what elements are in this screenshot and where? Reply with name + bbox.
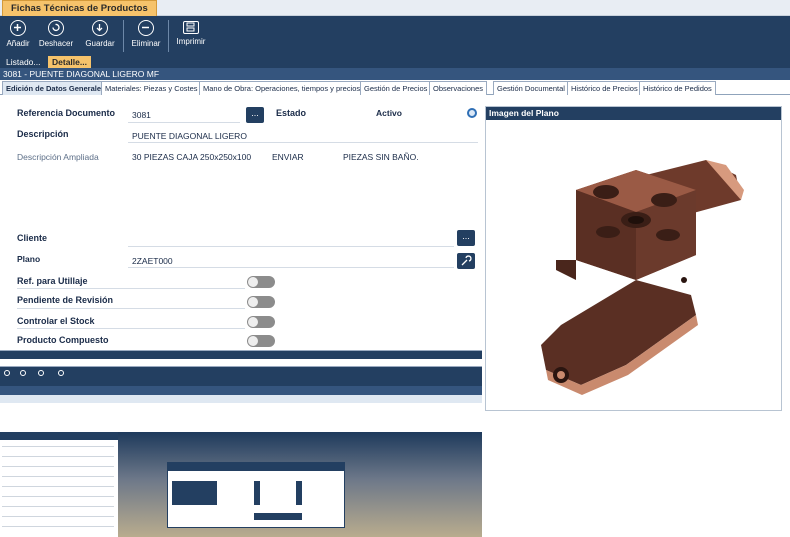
tab-labor[interactable]: Mano de Obra: Operaciones, tiempos y pre… xyxy=(199,81,365,95)
tab-detail[interactable]: Detalle... xyxy=(48,56,91,68)
plus-icon xyxy=(10,20,26,36)
tab-price-history[interactable]: Histórico de Precios xyxy=(567,81,642,95)
stock-control-label: Controlar el Stock xyxy=(17,316,95,326)
stock-control-toggle[interactable] xyxy=(247,316,275,328)
delete-button-label: Eliminar xyxy=(131,39,161,48)
ref-label: Referencia Documento xyxy=(17,108,116,118)
ref-underline xyxy=(128,122,240,123)
plan-label: Plano xyxy=(17,254,41,264)
extended-description-line1[interactable]: 30 PIEZAS CAJA 250x250x100 xyxy=(132,152,251,162)
main-toolbar: Añadir Deshacer Guardar Eliminar Imprimi… xyxy=(0,16,790,56)
plan-open-button[interactable] xyxy=(457,253,475,269)
calculation-preview xyxy=(0,432,482,537)
preview-titlebar xyxy=(0,351,482,359)
pending-review-toggle[interactable] xyxy=(247,296,275,308)
delete-button[interactable]: Eliminar xyxy=(128,18,164,54)
status-value[interactable]: Activo xyxy=(376,108,402,118)
description-field[interactable]: PUENTE DIAGONAL LIGERO xyxy=(132,131,247,141)
tab-observations[interactable]: Observaciones xyxy=(429,81,488,95)
window-titlebar: Fichas Técnicas de Productos xyxy=(0,0,790,16)
preview-toolbar xyxy=(0,367,482,386)
general-data-form: Referencia Documento 3081 ... Estado Act… xyxy=(0,95,482,350)
wrench-icon xyxy=(461,255,472,266)
composite-product-toggle[interactable] xyxy=(247,335,275,347)
status-label: Estado xyxy=(276,108,307,118)
save-button-label: Guardar xyxy=(85,39,115,48)
client-lookup-button[interactable]: ... xyxy=(457,230,475,246)
tab-documents[interactable]: Gestión Documental xyxy=(493,81,569,95)
printer-icon xyxy=(183,21,199,34)
client-underline xyxy=(128,246,454,247)
minus-icon xyxy=(138,20,154,36)
undo-button[interactable]: Deshacer xyxy=(36,18,76,54)
toolbar-divider xyxy=(123,20,124,52)
description-underline xyxy=(128,142,478,143)
part-render-image[interactable] xyxy=(486,120,781,410)
extended-description-line2[interactable]: ENVIAR xyxy=(272,152,304,162)
description-label: Descripción xyxy=(17,129,69,139)
detail-tabs: Edición de Datos Generales Materiales: P… xyxy=(0,81,790,95)
preview-table-header xyxy=(0,386,482,395)
tooling-ref-toggle[interactable] xyxy=(247,276,275,288)
list-view-preview xyxy=(0,350,482,432)
toolbar-divider xyxy=(168,20,169,52)
pending-review-underline xyxy=(17,308,245,309)
client-label: Cliente xyxy=(17,233,48,243)
composite-product-label: Producto Compuesto xyxy=(17,335,109,345)
tab-materials[interactable]: Materiales: Piezas y Costes xyxy=(101,81,202,95)
undo-icon xyxy=(48,20,64,36)
plan-image-title: Imagen del Plano xyxy=(486,107,781,120)
tooling-ref-underline xyxy=(17,288,245,289)
tab-order-history[interactable]: Histórico de Pedidos xyxy=(639,81,716,95)
window-title[interactable]: Fichas Técnicas de Productos xyxy=(2,0,157,16)
ref-field[interactable]: 3081 xyxy=(132,110,151,120)
status-indicator-icon[interactable] xyxy=(467,108,477,118)
record-title: 3081 - PUENTE DIAGONAL LIGERO MF xyxy=(0,68,790,80)
plan-underline xyxy=(128,267,454,268)
preview-list-title xyxy=(0,432,118,440)
preview-dialog-title xyxy=(168,463,344,471)
tab-general-data[interactable]: Edición de Datos Generales xyxy=(2,81,110,95)
pending-review-label: Pendiente de Revisión xyxy=(17,295,114,305)
tab-list[interactable]: Listado... xyxy=(2,56,45,68)
tooling-ref-label: Ref. para Utillaje xyxy=(17,276,88,286)
tab-prices[interactable]: Gestión de Precios xyxy=(360,81,432,95)
extended-description-label: Descripción Ampliada xyxy=(17,152,99,162)
preview-tabs xyxy=(0,359,482,367)
add-button-label: Añadir xyxy=(6,39,30,48)
save-button[interactable]: Guardar xyxy=(82,18,118,54)
preview-list xyxy=(0,440,118,537)
print-button[interactable]: Imprimir xyxy=(172,18,210,54)
undo-button-label: Deshacer xyxy=(38,39,74,48)
add-button[interactable]: Añadir xyxy=(4,18,32,54)
view-switcher: Listado... Detalle... xyxy=(0,56,790,68)
preview-dialog xyxy=(167,462,345,528)
plan-image-panel: Imagen del Plano xyxy=(485,106,782,411)
stock-control-underline xyxy=(17,328,245,329)
extended-description-line3[interactable]: PIEZAS SIN BAÑO. xyxy=(343,152,419,162)
print-button-label: Imprimir xyxy=(176,37,206,46)
ref-lookup-button[interactable]: ... xyxy=(246,107,264,123)
plan-field[interactable]: 2ZAET000 xyxy=(132,256,173,266)
preview-table-row xyxy=(0,395,482,403)
save-icon xyxy=(92,20,108,36)
